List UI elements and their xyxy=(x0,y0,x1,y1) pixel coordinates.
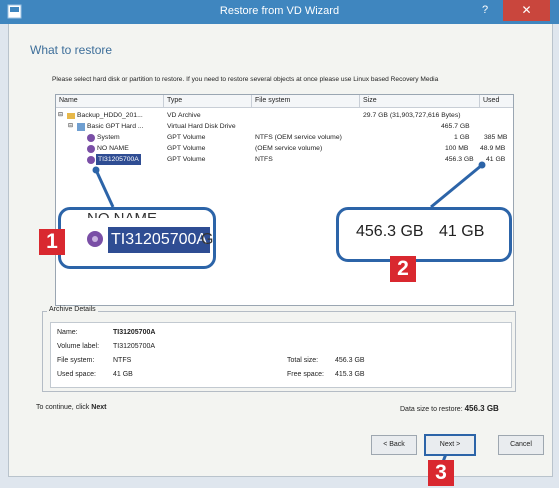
continue-hint: To continue, click Next xyxy=(36,404,106,411)
data-size-summary: Data size to restore: 456.3 GB xyxy=(400,404,499,413)
detail-volume-label-value: TI31205700A xyxy=(113,343,156,350)
step-badge-2: 2 xyxy=(390,256,416,282)
zoom-partial-no-name: NO NAME xyxy=(87,208,157,218)
detail-total-value: 456.3 GB xyxy=(335,357,365,364)
next-button[interactable]: Next > xyxy=(424,434,476,456)
wizard-window: Restore from VD Wizard ? ✕ What to resto… xyxy=(0,0,559,488)
cancel-button[interactable]: Cancel xyxy=(498,435,544,455)
data-size-value: 456.3 GB xyxy=(464,404,499,413)
zoom-size-value: 456.3 GB xyxy=(356,223,424,240)
detail-volume-label-label: Volume label: xyxy=(57,343,100,350)
continue-next-word: Next xyxy=(91,404,107,411)
zoom-selected-name: TI31205700A xyxy=(108,227,211,253)
detail-name-label: Name: xyxy=(57,329,78,336)
detail-fs-label: File system: xyxy=(57,357,95,364)
detail-used-label: Used space: xyxy=(57,371,96,378)
zoom-used-value: 41 GB xyxy=(439,223,485,240)
zoom-callout-size: 456.3 GB 41 GB xyxy=(336,207,512,262)
detail-fs-value: NTFS xyxy=(113,357,132,364)
zoom-partial-type: G xyxy=(201,231,214,248)
step-badge-3: 3 xyxy=(428,460,454,486)
step-badge-1: 1 xyxy=(39,229,65,255)
detail-used-value: 41 GB xyxy=(113,371,133,378)
zoom-callout-name: NO NAME TI31205700A G xyxy=(58,207,216,269)
continue-prefix: To continue, click xyxy=(36,404,90,411)
detail-free-label: Free space: xyxy=(287,371,324,378)
detail-name-value: TI31205700A xyxy=(113,329,156,336)
back-button[interactable]: < Back xyxy=(371,435,417,455)
archive-details-panel: Name: TI31205700A Volume label: TI312057… xyxy=(50,322,512,388)
data-size-label: Data size to restore: xyxy=(400,406,463,413)
detail-free-value: 415.3 GB xyxy=(335,371,365,378)
detail-total-label: Total size: xyxy=(287,357,319,364)
volume-icon xyxy=(87,231,103,247)
archive-details-legend: Archive Details xyxy=(47,306,98,313)
